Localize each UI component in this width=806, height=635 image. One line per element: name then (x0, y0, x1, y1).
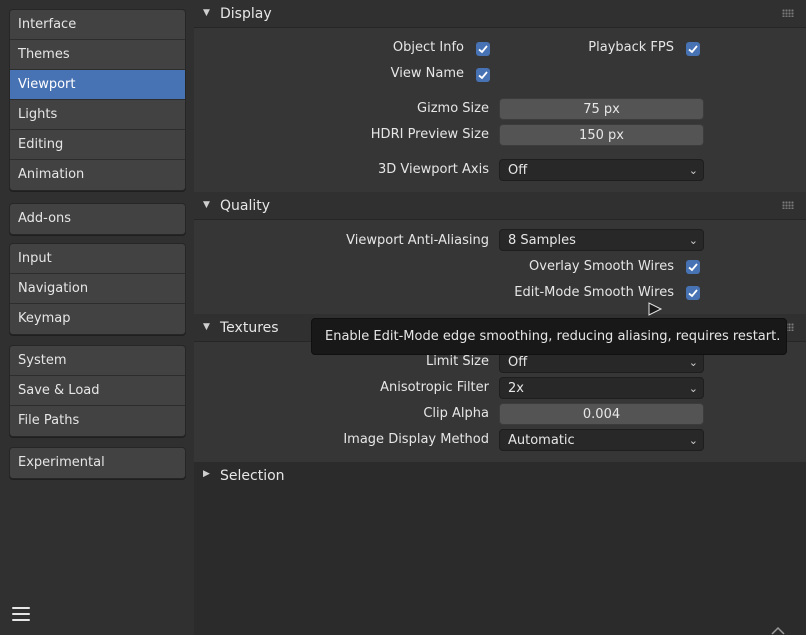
overlay-smooth-wires-label: Overlay Smooth Wires (529, 259, 674, 274)
view-name-checkbox[interactable] (476, 68, 490, 82)
viewport-anti-aliasing-select[interactable]: 8 Samples ⌄ (499, 229, 704, 251)
sidebar-item-file-paths[interactable]: File Paths (10, 406, 185, 436)
chevron-down-icon: ⌄ (688, 382, 698, 395)
nav-group-3: Input Navigation Keymap (9, 243, 186, 335)
tooltip: Enable Edit-Mode edge smoothing, reducin… (311, 318, 787, 355)
sidebar-item-system[interactable]: System (10, 346, 185, 376)
sidebar-item-keymap[interactable]: Keymap (10, 304, 185, 334)
anisotropic-filter-value: 2x (508, 381, 524, 396)
hdri-preview-size-field[interactable]: 150 px (499, 124, 704, 146)
hamburger-menu-icon[interactable] (10, 603, 32, 625)
expanded-triangle-icon: ▼ (203, 8, 210, 18)
viewport-axis-select[interactable]: Off ⌄ (499, 159, 704, 181)
chevron-down-icon: ⌄ (688, 164, 698, 177)
gizmo-size-label: Gizmo Size (417, 101, 489, 116)
view-name-label: View Name (390, 66, 464, 81)
display-panel-body: Object Info Playback FPS View Name Gizmo… (194, 28, 806, 192)
limit-size-value: Off (508, 355, 528, 370)
sidebar-item-editing[interactable]: Editing (10, 130, 185, 160)
sidebar-item-input[interactable]: Input (10, 244, 185, 274)
object-info-checkbox[interactable] (476, 42, 490, 56)
nav-group-2: Add-ons (9, 203, 186, 235)
playback-fps-label: Playback FPS (588, 40, 674, 55)
anisotropic-filter-label: Anisotropic Filter (380, 380, 489, 395)
quality-panel-title: Quality (220, 198, 271, 214)
sidebar-item-navigation[interactable]: Navigation (10, 274, 185, 304)
viewport-anti-aliasing-label: Viewport Anti-Aliasing (346, 233, 489, 248)
sidebar-item-add-ons[interactable]: Add-ons (10, 204, 185, 234)
drag-grip-icon[interactable] (782, 201, 794, 209)
display-panel-header[interactable]: ▼ Display (194, 0, 806, 28)
expanded-triangle-icon: ▼ (203, 322, 210, 332)
anisotropic-filter-select[interactable]: 2x ⌄ (499, 377, 704, 399)
viewport-anti-aliasing-value: 8 Samples (508, 233, 576, 248)
sidebar-item-lights[interactable]: Lights (10, 100, 185, 130)
sidebar-item-interface[interactable]: Interface (10, 10, 185, 40)
nav-group-1: Interface Themes Viewport Lights Editing… (9, 9, 186, 191)
limit-size-label: Limit Size (425, 354, 489, 369)
sidebar-item-animation[interactable]: Animation (10, 160, 185, 190)
gizmo-size-field[interactable]: 75 px (499, 98, 704, 120)
selection-panel-title: Selection (220, 468, 285, 484)
clip-alpha-field[interactable]: 0.004 (499, 403, 704, 425)
chevron-down-icon: ⌄ (688, 434, 698, 447)
image-display-method-select[interactable]: Automatic ⌄ (499, 429, 704, 451)
sidebar-item-themes[interactable]: Themes (10, 40, 185, 70)
collapsed-triangle-icon: ▶ (203, 469, 210, 479)
sidebar-item-viewport[interactable]: Viewport (10, 70, 185, 100)
image-display-method-label: Image Display Method (343, 432, 489, 447)
scroll-up-icon[interactable] (770, 624, 786, 635)
clip-alpha-label: Clip Alpha (423, 406, 489, 421)
edit-mode-smooth-wires-checkbox[interactable] (686, 286, 700, 300)
drag-grip-icon[interactable] (782, 9, 794, 17)
chevron-down-icon: ⌄ (688, 356, 698, 369)
chevron-down-icon: ⌄ (688, 234, 698, 247)
display-panel-title: Display (220, 6, 272, 22)
sidebar-item-save-load[interactable]: Save & Load (10, 376, 185, 406)
textures-panel-body: Limit Size Off ⌄ Anisotropic Filter 2x ⌄… (194, 342, 806, 462)
mouse-cursor-icon (648, 302, 663, 316)
expanded-triangle-icon: ▼ (203, 200, 210, 210)
textures-panel-title: Textures (220, 320, 279, 336)
nav-group-5: Experimental (9, 447, 186, 479)
viewport-axis-value: Off (508, 163, 528, 178)
playback-fps-checkbox[interactable] (686, 42, 700, 56)
viewport-axis-label: 3D Viewport Axis (377, 162, 489, 177)
hdri-preview-size-label: HDRI Preview Size (370, 127, 489, 142)
edit-mode-smooth-wires-label: Edit-Mode Smooth Wires (514, 285, 674, 300)
preferences-sidebar: Interface Themes Viewport Lights Editing… (0, 0, 194, 635)
image-display-method-value: Automatic (508, 433, 575, 448)
selection-panel-header[interactable]: ▶ Selection (194, 462, 806, 490)
overlay-smooth-wires-checkbox[interactable] (686, 260, 700, 274)
quality-panel-header[interactable]: ▼ Quality (194, 192, 806, 220)
quality-panel-body: Viewport Anti-Aliasing 8 Samples ⌄ Overl… (194, 220, 806, 314)
sidebar-item-experimental[interactable]: Experimental (10, 448, 185, 478)
object-info-label: Object Info (392, 40, 464, 55)
nav-group-4: System Save & Load File Paths (9, 345, 186, 437)
